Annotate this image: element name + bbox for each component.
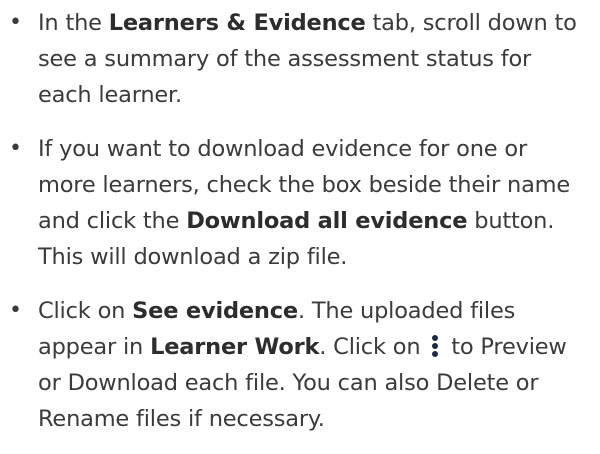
instruction-step-2: • If you want to download evidence for o…: [0, 131, 600, 275]
bullet-marker: •: [9, 298, 22, 323]
kebab-menu-icon: [430, 335, 440, 357]
instructions-document: • In the Learners & Evidence tab, scroll…: [0, 0, 600, 454]
bold-term-see-evidence: See evidence: [132, 298, 298, 324]
bullet-marker: •: [9, 136, 22, 161]
step-text: . Click on: [319, 334, 428, 360]
instruction-step-3: • Click on See evidence. The uploaded fi…: [0, 293, 600, 437]
step-text: In the: [38, 10, 109, 36]
instruction-step-1: • In the Learners & Evidence tab, scroll…: [0, 5, 600, 113]
bullet-marker: •: [9, 10, 22, 35]
step-text: Click on: [38, 298, 133, 324]
bold-term-learner-work: Learner Work: [150, 334, 320, 360]
bold-term-learners-evidence: Learners & Evidence: [108, 10, 366, 36]
bold-term-download-all-evidence: Download all evidence: [186, 208, 468, 234]
instruction-list: • In the Learners & Evidence tab, scroll…: [0, 5, 600, 437]
